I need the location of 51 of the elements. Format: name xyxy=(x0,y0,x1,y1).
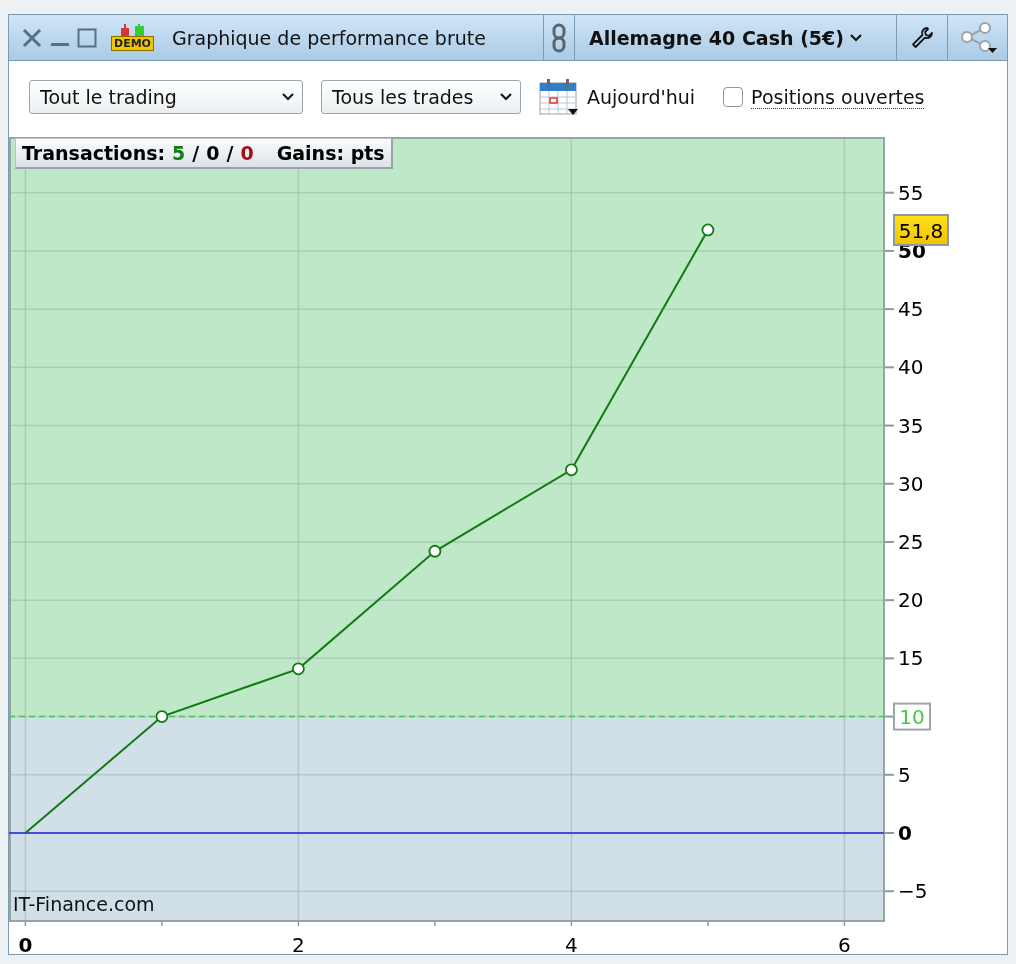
open-positions-link[interactable]: Positions ouvertes xyxy=(751,85,925,109)
chain-link-icon xyxy=(552,22,566,53)
transaction-count: / xyxy=(226,142,234,164)
maximize-button[interactable] xyxy=(77,27,97,48)
close-icon xyxy=(21,26,43,49)
window-title: Graphique de performance brute xyxy=(171,26,486,49)
y-axis-label: 5 xyxy=(898,762,911,787)
calendar-button[interactable] xyxy=(539,78,579,116)
y-axis-label: 30 xyxy=(898,471,924,496)
demo-badge: DEMO xyxy=(111,36,154,51)
legend-label: Transactions: xyxy=(22,142,166,164)
transaction-count: 0 xyxy=(240,142,254,164)
date-label: Aujourd'hui xyxy=(587,86,696,108)
trades-select[interactable]: Tous les trades xyxy=(321,80,521,114)
gains-unit-label: Gains: pts xyxy=(276,142,385,164)
close-button[interactable] xyxy=(21,26,43,49)
transaction-count: 0 xyxy=(206,142,220,164)
chevron-down-icon xyxy=(849,33,862,42)
scope-select[interactable]: Tout le trading xyxy=(29,80,303,114)
x-axis-label: 6 xyxy=(838,933,851,954)
x-axis-label: 4 xyxy=(565,933,578,954)
maximize-icon xyxy=(77,27,97,48)
y-axis-label: 0 xyxy=(898,821,912,845)
x-axis-label: 0 xyxy=(18,933,33,954)
y-axis-label: 45 xyxy=(898,297,924,322)
transaction-count: 5 xyxy=(172,142,186,164)
y-axis-label: 15 xyxy=(898,646,924,671)
data-point xyxy=(565,463,578,477)
y-axis-label: −5 xyxy=(898,879,928,904)
minimize-icon xyxy=(51,43,69,46)
data-point xyxy=(292,662,305,676)
settings-button[interactable] xyxy=(910,25,934,50)
watermark-text: IT-Finance.com xyxy=(13,893,155,915)
transaction-count: / xyxy=(192,142,200,164)
calendar-icon xyxy=(539,78,579,116)
y-axis-label: 20 xyxy=(898,588,924,613)
chevron-down-icon xyxy=(500,93,512,101)
y-axis-label: 25 xyxy=(898,529,924,554)
y-axis-label: 40 xyxy=(898,355,924,380)
data-point xyxy=(701,223,715,237)
instrument-dropdown[interactable]: Allemagne 40 Cash (5€) xyxy=(575,15,876,60)
link-button[interactable] xyxy=(552,22,566,53)
data-point xyxy=(155,710,169,723)
x-axis-label: 2 xyxy=(292,933,305,954)
chevron-down-icon xyxy=(282,93,294,101)
wrench-icon xyxy=(910,25,934,50)
y-axis-label: 55 xyxy=(898,180,924,205)
data-point xyxy=(428,544,442,558)
checkbox[interactable] xyxy=(723,87,744,107)
y-axis-label: 35 xyxy=(898,413,924,438)
last-value-label: 51,8 xyxy=(893,213,949,246)
